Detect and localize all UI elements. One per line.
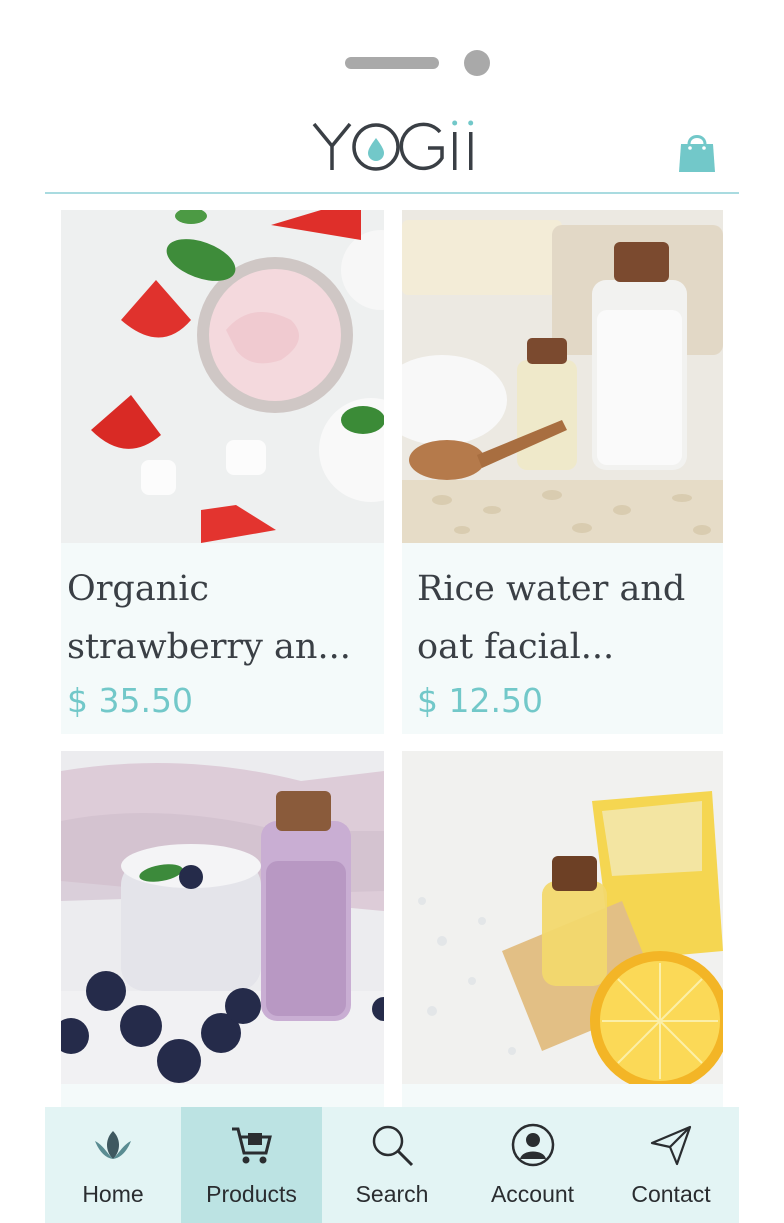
product-price: $ 35.50 bbox=[67, 681, 193, 720]
tab-home[interactable]: Home bbox=[45, 1107, 181, 1223]
lotus-icon bbox=[95, 1131, 131, 1159]
tab-label: Account bbox=[490, 1181, 575, 1207]
product-image-blueberry-cream[interactable] bbox=[61, 751, 384, 1084]
yogii-logo[interactable] bbox=[312, 118, 482, 174]
product-card[interactable] bbox=[61, 751, 384, 1111]
tab-label: Contact bbox=[631, 1181, 711, 1207]
tab-label: Home bbox=[82, 1181, 144, 1207]
phone-camera bbox=[464, 50, 490, 76]
tab-label: Search bbox=[355, 1181, 429, 1207]
product-name[interactable]: Organic strawberry an... bbox=[67, 560, 374, 676]
product-name[interactable]: Rice water and oat facial... bbox=[417, 560, 713, 676]
product-image-lemon-soap-oil[interactable] bbox=[402, 751, 723, 1084]
app-header bbox=[45, 100, 739, 194]
product-card[interactable] bbox=[402, 751, 723, 1111]
product-card[interactable]: Rice water and oat facial... $ 12.50 bbox=[402, 210, 723, 734]
product-image-strawberry-cream[interactable] bbox=[61, 210, 384, 543]
tab-label: Products bbox=[206, 1181, 297, 1207]
product-price: $ 12.50 bbox=[417, 681, 543, 720]
tab-account[interactable]: Account bbox=[462, 1107, 603, 1223]
tab-search[interactable]: Search bbox=[322, 1107, 462, 1223]
cart-icon bbox=[231, 1127, 272, 1164]
user-icon bbox=[511, 1123, 554, 1167]
send-icon bbox=[650, 1125, 692, 1166]
search-icon bbox=[372, 1125, 414, 1167]
tab-products[interactable]: Products bbox=[181, 1107, 322, 1223]
shopping-bag-icon[interactable] bbox=[677, 130, 717, 174]
phone-speaker bbox=[345, 57, 439, 69]
product-image-rice-water-oat[interactable] bbox=[402, 210, 723, 543]
bottom-tab-bar: Home Products Search Account Contact bbox=[45, 1107, 739, 1223]
product-card[interactable]: Organic strawberry an... $ 35.50 bbox=[61, 210, 384, 734]
tab-contact[interactable]: Contact bbox=[603, 1107, 739, 1223]
